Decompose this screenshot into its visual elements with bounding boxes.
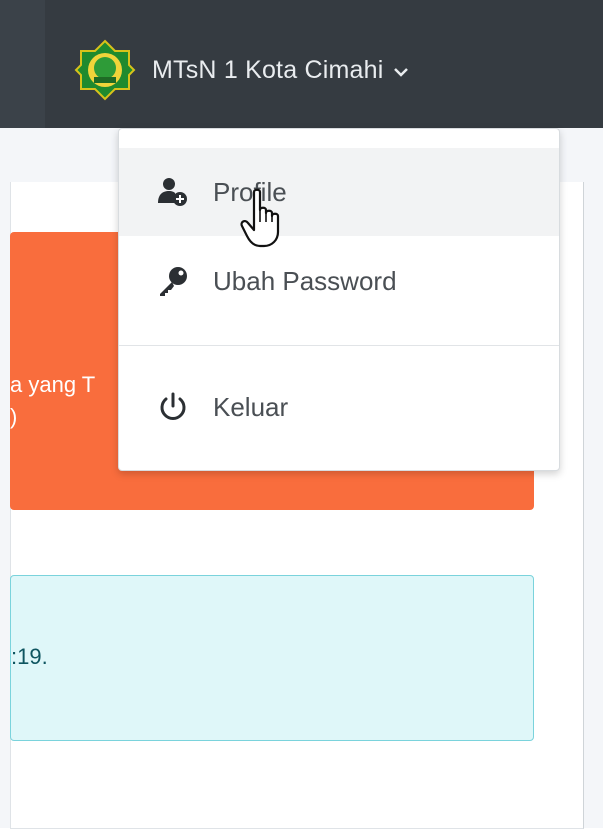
warning-alert-text: a yang T [10,372,96,397]
user-name: MTsN 1 Kota Cimahi [152,55,384,84]
dropdown-divider [119,345,559,346]
info-alert-text: :19. [11,644,48,669]
dropdown-item-change-password[interactable]: Ubah Password [119,237,559,325]
warning-alert-text-line2: ) [10,404,18,429]
key-icon [157,265,189,297]
navbar-left-section [0,0,45,128]
info-alert: :19. [10,575,534,741]
user-plus-icon [157,176,189,208]
dropdown-item-label: Keluar [213,391,289,422]
dropdown-item-label: Ubah Password [213,265,397,296]
dropdown-item-logout[interactable]: Keluar [119,363,559,451]
chevron-down-icon [393,62,409,83]
user-dropdown-menu: Profile Ubah Password Keluar [118,128,560,471]
kemenag-logo [74,39,136,101]
dropdown-item-profile[interactable]: Profile [119,148,559,236]
user-menu-toggle[interactable]: MTsN 1 Kota Cimahi [74,30,409,110]
hand-pointer-cursor-icon [240,188,280,248]
top-navbar: MTsN 1 Kota Cimahi [0,0,603,128]
power-icon [157,391,189,423]
